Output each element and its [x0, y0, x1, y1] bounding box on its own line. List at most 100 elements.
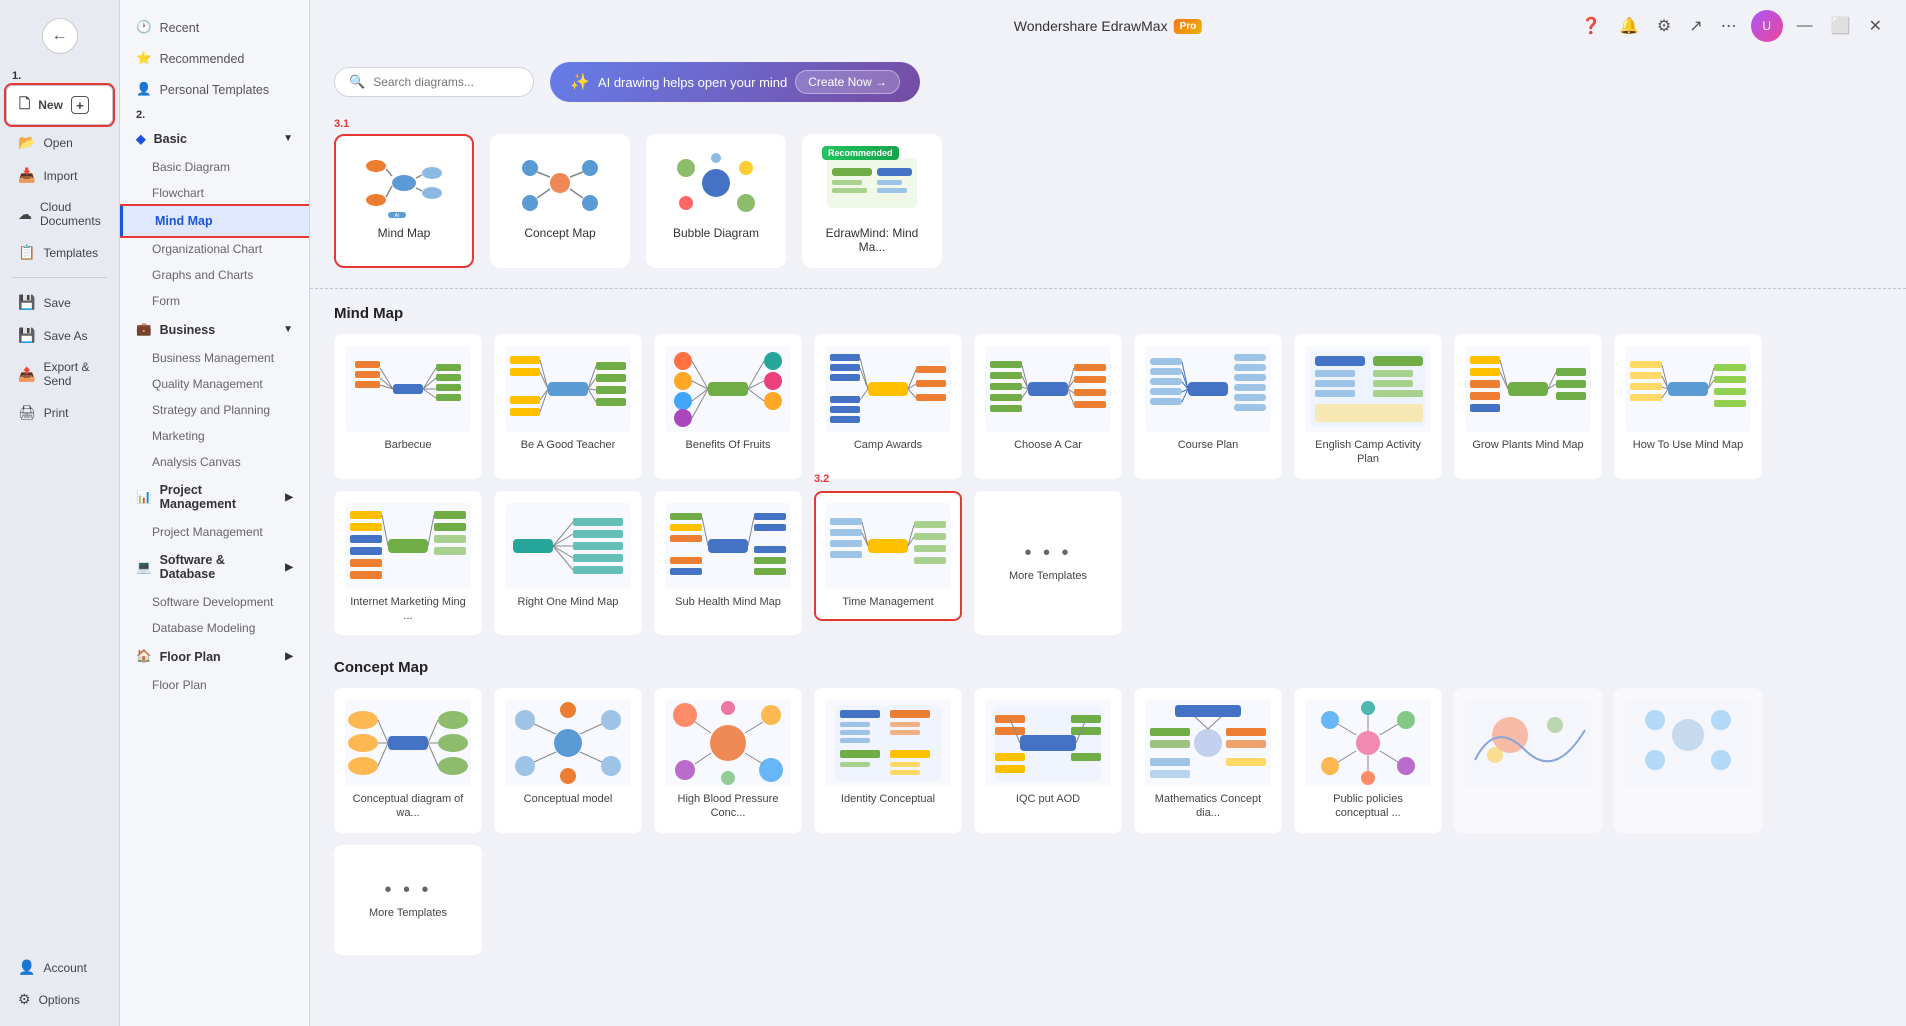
mid-section-project[interactable]: 📊 Project Management ▶ [120, 475, 309, 519]
template-barbecue[interactable]: Barbecue [334, 334, 482, 479]
template-conceptual-wa[interactable]: Conceptual diagram of wa... [334, 688, 482, 833]
left-bottom-items: 👤 Account ⚙ Options [0, 951, 119, 1016]
mid-sub-analysis-label: Analysis Canvas [152, 455, 241, 469]
mid-sub-flowchart[interactable]: Flowchart [120, 180, 309, 206]
mid-section-basic[interactable]: ◆ Basic ▼ [120, 123, 309, 154]
back-button[interactable]: ← [42, 18, 78, 54]
mid-sub-business-mgmt[interactable]: Business Management [120, 345, 309, 371]
mid-sub-strategy-label: Strategy and Planning [152, 403, 270, 417]
mid-section-floorplan[interactable]: 🏠 Floor Plan ▶ [120, 641, 309, 672]
ai-create-button[interactable]: Create Now → [795, 70, 900, 94]
sidebar-item-print-label: Print [44, 406, 69, 420]
math-concept-img [1145, 700, 1271, 786]
template-blood-pressure[interactable]: High Blood Pressure Conc... [654, 688, 802, 833]
mid-sub-database[interactable]: Database Modeling [120, 615, 309, 641]
right-one-img [505, 503, 631, 589]
template-good-teacher[interactable]: Be A Good Teacher [494, 334, 642, 479]
template-camp-awards[interactable]: Camp Awards [814, 334, 962, 479]
iqc-aod-img [985, 700, 1111, 786]
mid-sub-quality[interactable]: Quality Management [120, 371, 309, 397]
mid-sub-marketing[interactable]: Marketing [120, 423, 309, 449]
sidebar-item-save[interactable]: 💾 Save [6, 287, 113, 318]
template-grow-plants[interactable]: Grow Plants Mind Map [1454, 334, 1602, 479]
sidebar-item-import[interactable]: 📥 Import [6, 160, 113, 191]
sidebar-item-account[interactable]: 👤 Account [6, 952, 113, 983]
mid-sub-org-chart[interactable]: Organizational Chart [120, 236, 309, 262]
save-as-icon: 💾 [18, 327, 35, 344]
iqc-aod-label: IQC put AOD [1016, 792, 1080, 806]
mid-sub-software-dev[interactable]: Software Development [120, 589, 309, 615]
template-sub-health[interactable]: Sub Health Mind Map [654, 491, 802, 636]
mid-sub-floorplan[interactable]: Floor Plan [120, 672, 309, 698]
mid-sub-org-chart-label: Organizational Chart [152, 242, 262, 256]
template-identity[interactable]: Identity Conceptual [814, 688, 962, 833]
identity-img [825, 700, 951, 786]
sidebar-item-export[interactable]: 📤 Export & Send [6, 353, 113, 395]
diagram-type-mind-map[interactable]: AI Mind Map [334, 134, 474, 268]
search-box[interactable]: 🔍 [334, 67, 534, 97]
recent-icon: 🕐 [136, 20, 152, 35]
mid-item-recommended-label: Recommended [160, 52, 245, 66]
public-policies-img [1305, 700, 1431, 786]
bell-icon[interactable]: 🔔 [1615, 12, 1643, 40]
sidebar-item-print[interactable]: 🖨 Print [6, 397, 113, 428]
search-input[interactable] [373, 75, 519, 89]
more-mindmap-templates[interactable]: • • • More Templates [974, 491, 1122, 636]
mid-sub-basic-diagram[interactable]: Basic Diagram [120, 154, 309, 180]
template-math-concept[interactable]: Mathematics Concept dia... [1134, 688, 1282, 833]
diagram-type-concept-map[interactable]: Concept Map [490, 134, 630, 268]
mid-sub-graphs[interactable]: Graphs and Charts [120, 262, 309, 288]
close-icon[interactable]: ✕ [1865, 12, 1886, 40]
diagram-type-bubble[interactable]: Bubble Diagram [646, 134, 786, 268]
avatar[interactable]: U [1751, 10, 1783, 42]
bubble-type-label: Bubble Diagram [673, 226, 759, 240]
diagram-types-row: AI Mind Map Concept Map [310, 134, 1906, 289]
sidebar-item-options[interactable]: ⚙ Options [6, 984, 113, 1015]
mid-sub-strategy[interactable]: Strategy and Planning [120, 397, 309, 423]
mid-sub-analysis[interactable]: Analysis Canvas [120, 449, 309, 475]
template-choose-car[interactable]: Choose A Car [974, 334, 1122, 479]
share-icon[interactable]: ↗ [1685, 12, 1706, 40]
how-to-use-label: How To Use Mind Map [1633, 438, 1743, 452]
template-partial-1[interactable] [1454, 688, 1602, 833]
more-concept-templates[interactable]: • • • More Templates [334, 845, 482, 955]
template-public-policies[interactable]: Public policies conceptual ... [1294, 688, 1442, 833]
template-conceptual-model[interactable]: Conceptual model [494, 688, 642, 833]
print-icon: 🖨 [18, 404, 36, 421]
help-icon[interactable]: ❓ [1577, 12, 1605, 40]
template-how-to-use[interactable]: How To Use Mind Map [1614, 334, 1762, 479]
template-english-camp[interactable]: English Camp Activity Plan [1294, 334, 1442, 479]
step31-label: 3.1 [310, 118, 1906, 134]
template-partial-2[interactable] [1614, 688, 1762, 833]
pro-badge: Pro [1174, 19, 1203, 34]
mid-item-recommended[interactable]: ⭐ Recommended [120, 43, 309, 74]
minimize-icon[interactable]: — [1793, 13, 1817, 39]
template-iqc-aod[interactable]: IQC put AOD [974, 688, 1122, 833]
mid-sub-form[interactable]: Form [120, 288, 309, 314]
ai-banner[interactable]: ✨ AI drawing helps open your mind Create… [550, 62, 920, 102]
sidebar-item-new[interactable]: 🗋 New + [6, 85, 113, 125]
mid-item-personal[interactable]: 👤 Personal Templates [120, 74, 309, 105]
sidebar-item-templates[interactable]: 📋 Templates [6, 237, 113, 268]
more-icon[interactable]: ⋯ [1717, 12, 1741, 40]
top-header: Wondershare EdrawMax Pro ❓ 🔔 ⚙ ↗ ⋯ U — ⬜… [310, 0, 1906, 52]
mid-item-recent[interactable]: 🕐 Recent [120, 12, 309, 43]
sidebar-item-account-label: Account [43, 961, 86, 975]
maximize-icon[interactable]: ⬜ [1827, 12, 1855, 40]
template-right-one[interactable]: Right One Mind Map [494, 491, 642, 636]
concept-map-preview-img [510, 148, 610, 218]
template-fruits[interactable]: Benefits Of Fruits [654, 334, 802, 479]
mid-sub-mind-map[interactable]: Mind Map [120, 206, 309, 236]
settings-icon[interactable]: ⚙ [1653, 12, 1675, 40]
sidebar-item-save-as[interactable]: 💾 Save As [6, 320, 113, 351]
sidebar-item-open[interactable]: 📂 Open [6, 127, 113, 158]
template-course-plan[interactable]: Course Plan [1134, 334, 1282, 479]
mid-section-business[interactable]: 💼 Business ▼ [120, 314, 309, 345]
mid-sub-project-mgmt[interactable]: Project Management [120, 519, 309, 545]
mid-section-software[interactable]: 💻 Software & Database ▶ [120, 545, 309, 589]
diagram-type-edrawmind[interactable]: Recommended EdrawMind: Mind Ma... [802, 134, 942, 268]
template-time-mgmt[interactable]: Time Management [814, 491, 962, 621]
chevron-down-icon: ▼ [283, 133, 293, 144]
sidebar-item-cloud[interactable]: ☁ Cloud Documents [6, 193, 113, 235]
template-internet-marketing[interactable]: Internet Marketing Ming ... [334, 491, 482, 636]
